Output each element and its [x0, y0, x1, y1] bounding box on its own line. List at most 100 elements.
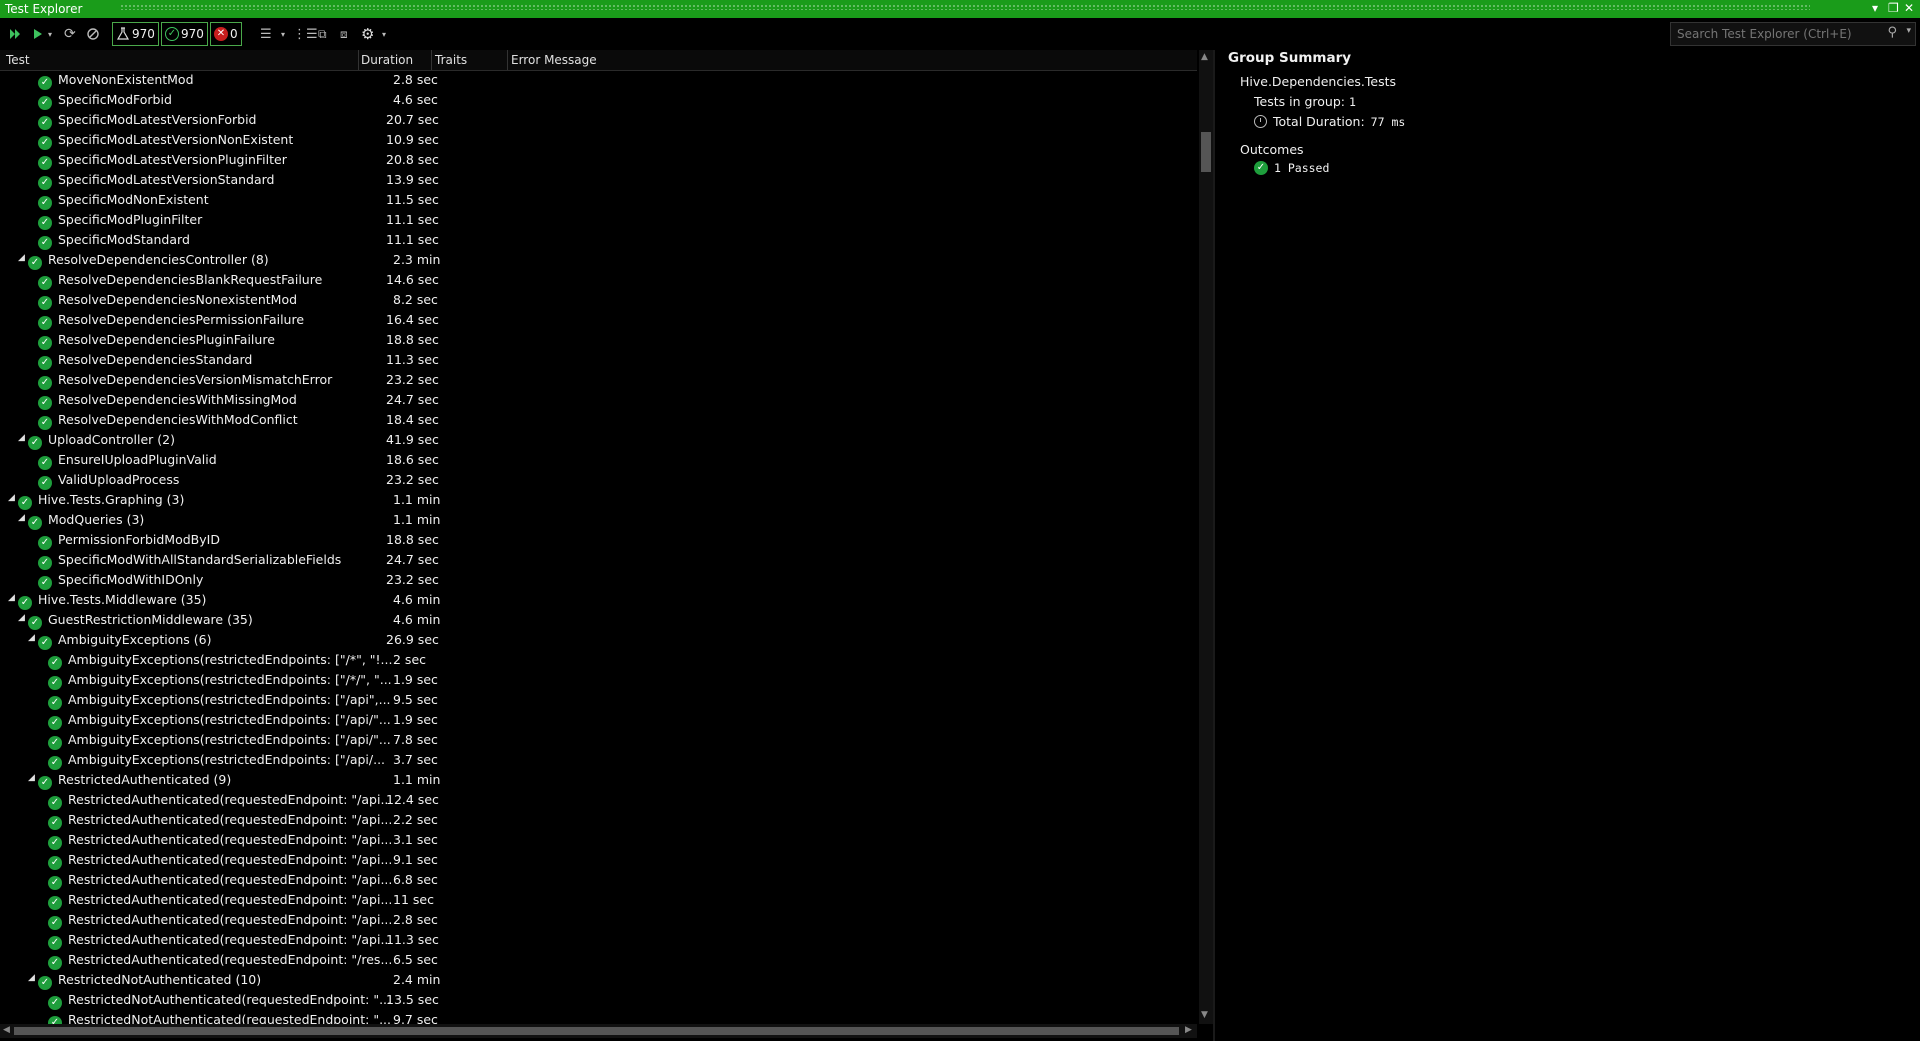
test-row[interactable]: ✓ SpecificModLatestVersionStandard 13.9 se… [0, 170, 1197, 190]
test-row[interactable]: ✓ AmbiguityExceptions(restrictedEndpoints… [0, 650, 1197, 670]
test-duration: 2.3 min [393, 252, 441, 267]
restore-icon[interactable]: ❐ [1888, 1, 1899, 15]
passed-icon: ✓ [48, 853, 62, 870]
test-row[interactable]: ✓ RestrictedAuthenticated(requestedEndpoi… [0, 910, 1197, 930]
test-row[interactable]: ✓ ResolveDependenciesStandard 11.3 sec [0, 350, 1197, 370]
test-duration: 11.1 sec [386, 212, 439, 227]
expand-toggle-icon[interactable]: ◢ [18, 613, 25, 623]
horizontal-scrollbar[interactable]: ◀ ▶ [0, 1024, 1197, 1038]
total-tests-filter[interactable]: 970 [112, 22, 159, 46]
run-dropdown-icon[interactable]: ▾ [48, 23, 52, 45]
test-group-row[interactable]: ◢ ✓ GuestRestrictionMiddleware (35) 4.6 min [0, 610, 1197, 630]
outcome-passed[interactable]: ✓ 1 Passed [1254, 161, 1329, 175]
expand-toggle-icon[interactable]: ◢ [28, 773, 35, 783]
settings-dropdown-icon[interactable]: ▾ [382, 23, 386, 45]
test-group-row[interactable]: ◢ ✓ RestrictedNotAuthenticated (10) 2.4 min [0, 970, 1197, 990]
test-row[interactable]: ✓ SpecificModNonExistent 11.5 sec [0, 190, 1197, 210]
failed-tests-filter[interactable]: ✕ 0 [210, 22, 242, 46]
expand-toggle-icon[interactable]: ◢ [8, 593, 15, 603]
search-box[interactable]: ⚲ ▾ [1670, 22, 1916, 46]
test-row[interactable]: ✓ SpecificModLatestVersionPluginFilter 20.… [0, 150, 1197, 170]
test-group-row[interactable]: ◢ ✓ ResolveDependenciesController (8) 2.3 m… [0, 250, 1197, 270]
group-by-icon[interactable]: ⋮☰ [293, 23, 318, 45]
test-row[interactable]: ✓ RestrictedAuthenticated(requestedEndpoi… [0, 810, 1197, 830]
expand-toggle-icon[interactable]: ◢ [28, 973, 35, 983]
test-row[interactable]: ✓ ResolveDependenciesWithMissingMod 24.7 s… [0, 390, 1197, 410]
test-row[interactable]: ✓ SpecificModWithIDOnly 23.2 sec [0, 570, 1197, 590]
test-group-row[interactable]: ◢ ✓ RestrictedAuthenticated (9) 1.1 min [0, 770, 1197, 790]
test-duration: 9.7 sec [393, 1012, 438, 1024]
test-group-row[interactable]: ◢ ✓ ModQueries (3) 1.1 min [0, 510, 1197, 530]
test-row[interactable]: ✓ SpecificModLatestVersionForbid 20.7 sec [0, 110, 1197, 130]
test-row[interactable]: ✓ SpecificModWithAllStandardSerializableF… [0, 550, 1197, 570]
vertical-scrollbar[interactable]: ▲ ▼ [1199, 50, 1213, 1024]
test-row[interactable]: ✓ MoveNonExistentMod 2.8 sec [0, 70, 1197, 90]
column-headers: Test Duration Traits Error Message [0, 50, 1197, 71]
search-dropdown-icon[interactable]: ▾ [1906, 26, 1911, 36]
search-input[interactable] [1675, 23, 1889, 45]
column-test[interactable]: Test [6, 53, 30, 67]
outcomes-heading: Outcomes [1240, 142, 1304, 157]
test-row[interactable]: ✓ RestrictedNotAuthenticated(requestedEnd… [0, 1010, 1197, 1024]
dropdown-icon[interactable]: ▾ [1872, 1, 1878, 15]
passed-tests-filter[interactable]: ✓ 970 [161, 22, 208, 46]
run-icon[interactable] [32, 23, 44, 45]
test-group-row[interactable]: ◢ ✓ Hive.Tests.Graphing (3) 1.1 min [0, 490, 1197, 510]
test-row[interactable]: ✓ RestrictedAuthenticated(requestedEndpoi… [0, 930, 1197, 950]
test-row[interactable]: ✓ RestrictedAuthenticated(requestedEndpoi… [0, 850, 1197, 870]
test-group-row[interactable]: ◢ ✓ AmbiguityExceptions (6) 26.9 sec [0, 630, 1197, 650]
column-duration[interactable]: Duration [361, 53, 413, 67]
test-row[interactable]: ✓ RestrictedNotAuthenticated(requestedEnd… [0, 990, 1197, 1010]
test-row[interactable]: ✓ ResolveDependenciesPermissionFailure 16.… [0, 310, 1197, 330]
test-row[interactable]: ✓ ResolveDependenciesPluginFailure 18.8 se… [0, 330, 1197, 350]
test-row[interactable]: ✓ AmbiguityExceptions(restrictedEndpoints… [0, 750, 1197, 770]
expand-all-icon[interactable]: ⧉ [318, 23, 327, 45]
test-row[interactable]: ✓ EnsureIUploadPluginValid 18.6 sec [0, 450, 1197, 470]
test-group-row[interactable]: ◢ ✓ Hive.Tests.Middleware (35) 4.6 min [0, 590, 1197, 610]
test-row[interactable]: ✓ AmbiguityExceptions(restrictedEndpoints… [0, 710, 1197, 730]
test-row[interactable]: ✓ SpecificModPluginFilter 11.1 sec [0, 210, 1197, 230]
test-row[interactable]: ✓ ResolveDependenciesVersionMismatchError… [0, 370, 1197, 390]
test-row[interactable]: ✓ RestrictedAuthenticated(requestedEndpoi… [0, 790, 1197, 810]
refresh-icon[interactable]: ⟳ [64, 23, 76, 45]
run-all-icon[interactable] [8, 23, 22, 45]
test-row[interactable]: ✓ AmbiguityExceptions(restrictedEndpoints… [0, 690, 1197, 710]
horizontal-scroll-thumb[interactable] [14, 1027, 1179, 1035]
column-traits[interactable]: Traits [435, 53, 467, 67]
expand-toggle-icon[interactable]: ◢ [18, 253, 25, 263]
test-row[interactable]: ✓ SpecificModLatestVersionNonExistent 10.9… [0, 130, 1197, 150]
test-name: RestrictedAuthenticated(requestedEndpoin… [68, 892, 393, 907]
expand-toggle-icon[interactable]: ◢ [18, 433, 25, 443]
test-name: SpecificModLatestVersionStandard [58, 172, 275, 187]
test-row[interactable]: ✓ SpecificModStandard 11.1 sec [0, 230, 1197, 250]
test-row[interactable]: ✓ ResolveDependenciesWithModConflict 18.4 … [0, 410, 1197, 430]
cancel-icon[interactable] [86, 23, 100, 45]
close-icon[interactable]: ✕ [1904, 1, 1914, 15]
expand-toggle-icon[interactable]: ◢ [8, 493, 15, 503]
test-name: AmbiguityExceptions(restrictedEndpoints:… [68, 672, 392, 687]
test-row[interactable]: ✓ RestrictedAuthenticated(requestedEndpoi… [0, 890, 1197, 910]
playlist-icon[interactable]: ☰ [260, 23, 272, 45]
test-row[interactable]: ✓ PermissionForbidModByID 18.8 sec [0, 530, 1197, 550]
column-error-message[interactable]: Error Message [511, 53, 597, 67]
test-group-row[interactable]: ◢ ✓ UploadController (2) 41.9 sec [0, 430, 1197, 450]
collapse-all-icon[interactable]: ⧈ [340, 23, 348, 45]
expand-toggle-icon[interactable]: ◢ [28, 633, 35, 643]
test-row[interactable]: ✓ RestrictedAuthenticated(requestedEndpoi… [0, 950, 1197, 970]
test-row[interactable]: ✓ ValidUploadProcess 23.2 sec [0, 470, 1197, 490]
test-row[interactable]: ✓ ResolveDependenciesBlankRequestFailure 1… [0, 270, 1197, 290]
test-row[interactable]: ✓ AmbiguityExceptions(restrictedEndpoints… [0, 730, 1197, 750]
test-row[interactable]: ✓ RestrictedAuthenticated(requestedEndpoi… [0, 830, 1197, 850]
vertical-scroll-thumb[interactable] [1201, 132, 1211, 172]
playlist-dropdown-icon[interactable]: ▾ [281, 23, 285, 45]
test-row[interactable]: ✓ ResolveDependenciesNonexistentMod 8.2 se… [0, 290, 1197, 310]
test-row[interactable]: ✓ AmbiguityExceptions(restrictedEndpoints… [0, 670, 1197, 690]
test-row[interactable]: ✓ RestrictedAuthenticated(requestedEndpoi… [0, 870, 1197, 890]
test-duration: 9.5 sec [393, 692, 438, 707]
settings-icon[interactable]: ⚙ [361, 23, 374, 45]
test-name: SpecificModWithIDOnly [58, 572, 204, 587]
search-icon[interactable]: ⚲ [1887, 25, 1897, 40]
test-name: EnsureIUploadPluginValid [58, 452, 217, 467]
expand-toggle-icon[interactable]: ◢ [18, 513, 25, 523]
test-row[interactable]: ✓ SpecificModForbid 4.6 sec [0, 90, 1197, 110]
